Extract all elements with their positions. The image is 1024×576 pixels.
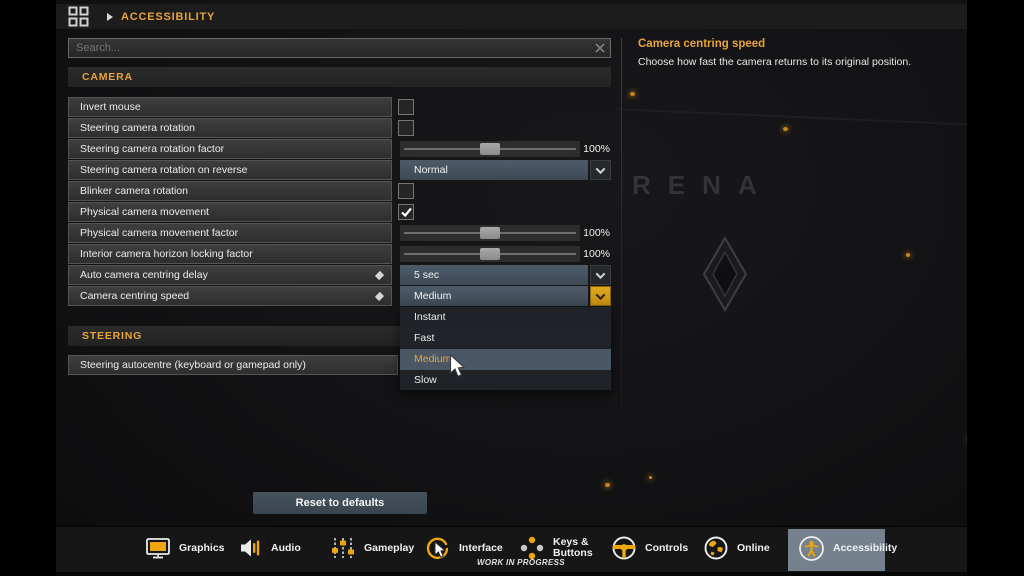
nav-tab-online[interactable]: Online [703, 527, 770, 569]
setting-label: Physical camera movement [68, 202, 392, 222]
info-panel-title: Camera centring speed [638, 38, 765, 50]
top-breadcrumb-bar: ACCESSIBILITY [56, 4, 967, 29]
bottom-edge [56, 572, 967, 576]
info-panel-description: Choose how fast the camera returns to it… [638, 56, 958, 68]
setting-label: Steering camera rotation on reverse [68, 160, 392, 180]
nav-tab-controls[interactable]: Controls [611, 527, 688, 569]
cursor-swirl-icon [425, 535, 451, 561]
work-in-progress-label: WORK IN PROGRESS [477, 558, 565, 567]
section-header-camera: CAMERA [68, 67, 611, 87]
checkbox-steering-camera-rotation[interactable] [398, 120, 414, 136]
checkbox-blinker-camera-rotation[interactable] [398, 183, 414, 199]
spark-dot [783, 127, 788, 131]
monitor-icon [145, 536, 171, 560]
slider-value: 100% [580, 139, 610, 159]
select-rotation-on-reverse[interactable]: Normal [400, 160, 588, 180]
checkbox-invert-mouse[interactable] [398, 99, 414, 115]
spark-dot [630, 92, 635, 96]
setting-label: Auto camera centring delay [68, 265, 392, 285]
setting-label: Steering camera rotation factor [68, 139, 392, 159]
mouse-cursor [449, 354, 467, 380]
breadcrumb: ACCESSIBILITY [121, 11, 215, 23]
clear-search-icon[interactable] [595, 43, 605, 53]
slider-interior-horizon-locking-factor[interactable] [400, 244, 580, 264]
spark-dot [605, 483, 610, 487]
dropdown-option-fast[interactable]: Fast [400, 328, 611, 349]
panel-divider [621, 38, 622, 468]
menu-grid-icon[interactable] [68, 6, 89, 27]
globe-icon [703, 535, 729, 561]
spark-dot [649, 476, 652, 479]
truck-brand-text: RENA [632, 170, 774, 201]
nav-tab-gameplay[interactable]: Gameplay [330, 527, 414, 569]
steering-wheel-icon [611, 535, 637, 561]
search-box [68, 38, 611, 58]
checkbox-physical-camera-movement[interactable] [398, 204, 414, 220]
sliders-icon [330, 536, 356, 560]
setting-label: Blinker camera rotation [68, 181, 392, 201]
modified-diamond-icon [375, 271, 384, 280]
settings-screen: RENA ACCESSIBILITY [0, 0, 1024, 576]
breadcrumb-arrow-icon [107, 13, 113, 21]
slider-value: 100% [580, 244, 610, 264]
modified-diamond-icon [375, 292, 384, 301]
checkmark-icon [400, 206, 413, 218]
main-panel: RENA ACCESSIBILITY [56, 0, 967, 576]
nav-tab-accessibility[interactable]: Accessibility [798, 527, 897, 569]
accessibility-person-icon [798, 535, 825, 562]
slider-handle[interactable] [480, 248, 500, 260]
dropdown-option-medium[interactable]: Medium [400, 349, 611, 370]
select-chevron-button[interactable] [590, 160, 611, 180]
nav-tab-audio[interactable]: Audio [239, 527, 301, 569]
slider-physical-camera-movement-factor[interactable] [400, 223, 580, 243]
renault-diamond-logo [702, 236, 748, 312]
nav-tab-graphics[interactable]: Graphics [145, 527, 225, 569]
setting-label: Invert mouse [68, 97, 392, 117]
select-auto-centring-delay[interactable]: 5 sec [400, 265, 588, 285]
dropdown-list: Instant Fast Medium Slow [400, 307, 611, 390]
select-chevron-button-active[interactable] [590, 286, 611, 306]
setting-label: Camera centring speed [68, 286, 392, 306]
speaker-icon [239, 536, 263, 560]
slider-handle[interactable] [480, 143, 500, 155]
dropdown-option-instant[interactable]: Instant [400, 307, 611, 328]
select-chevron-button[interactable] [590, 265, 611, 285]
reset-to-defaults-button[interactable]: Reset to defaults [253, 492, 427, 514]
slider-value: 100% [580, 223, 610, 243]
bottom-nav-bar: Graphics Audio [56, 526, 967, 572]
setting-label: Physical camera movement factor [68, 223, 392, 243]
chevron-down-icon [596, 164, 606, 174]
search-input[interactable] [69, 42, 595, 54]
truck-grille-line [616, 108, 967, 134]
select-camera-centring-speed[interactable]: Medium [400, 286, 588, 306]
chevron-down-icon [596, 290, 606, 300]
setting-label: Interior camera horizon locking factor [68, 244, 392, 264]
slider-handle[interactable] [480, 227, 500, 239]
dropdown-option-slow[interactable]: Slow [400, 370, 611, 390]
spark-dot [906, 253, 910, 257]
slider-steering-camera-rotation-factor[interactable] [400, 139, 580, 159]
setting-label: Steering autocentre (keyboard or gamepad… [68, 355, 398, 375]
chevron-down-icon [596, 269, 606, 279]
setting-label: Steering camera rotation [68, 118, 392, 138]
